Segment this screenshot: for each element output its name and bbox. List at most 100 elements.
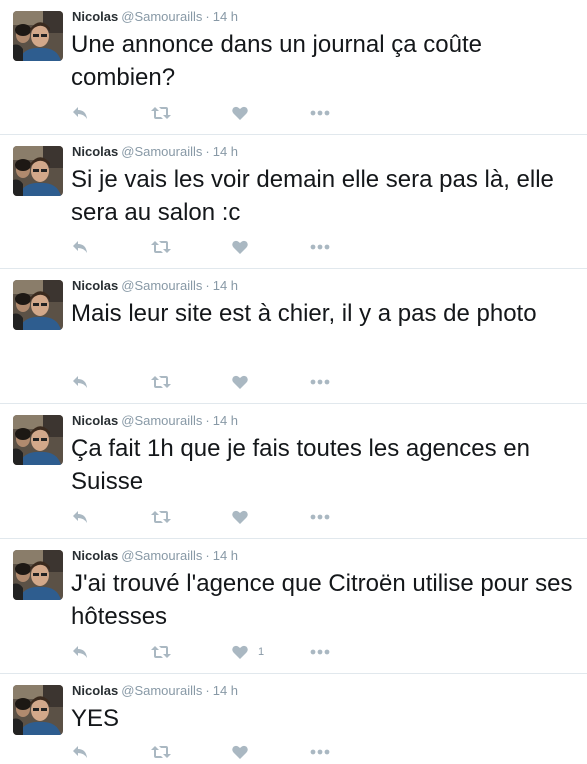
avatar[interactable]: [13, 146, 63, 196]
retweet-button[interactable]: [151, 103, 171, 123]
tweet-actions: 1: [72, 642, 372, 662]
timestamp[interactable]: 14 h: [213, 683, 238, 698]
tweet-header: Nicolas @Samouraills · 14 h: [72, 548, 238, 564]
more-icon: [310, 649, 330, 655]
author-handle[interactable]: @Samouraills: [121, 683, 202, 698]
more-icon: [310, 749, 330, 755]
more-icon: [310, 244, 330, 250]
tweet-text: Ça fait 1h que je fais toutes les agence…: [71, 435, 530, 495]
like-button[interactable]: [232, 237, 258, 257]
tweet[interactable]: Nicolas @Samouraills · 14 h Si je vais les …: [0, 135, 587, 269]
reply-button[interactable]: [72, 642, 88, 662]
reply-button[interactable]: [72, 507, 88, 527]
tweet-text: Si je vais les voir demain elle sera pas…: [71, 166, 554, 226]
more-button[interactable]: [310, 237, 330, 257]
like-button[interactable]: [232, 103, 258, 123]
timestamp[interactable]: 14 h: [213, 413, 238, 428]
author-name[interactable]: Nicolas: [72, 9, 118, 24]
retweet-icon: [151, 510, 171, 524]
tweet-actions: [72, 507, 372, 527]
tweet[interactable]: Nicolas @Samouraills · 14 h YES: [0, 674, 587, 764]
retweet-button[interactable]: [151, 642, 171, 662]
retweet-button[interactable]: [151, 742, 171, 762]
timestamp[interactable]: 14 h: [213, 9, 238, 24]
avatar[interactable]: [13, 415, 63, 465]
avatar[interactable]: [13, 685, 63, 735]
more-button[interactable]: [310, 372, 330, 392]
tweet-header: Nicolas @Samouraills · 14 h: [72, 683, 238, 699]
timestamp[interactable]: 14 h: [213, 144, 238, 159]
tweet-header: Nicolas @Samouraills · 14 h: [72, 9, 238, 25]
more-button[interactable]: [310, 103, 330, 123]
author-handle[interactable]: @Samouraills: [121, 413, 202, 428]
tweet-text: Une annonce dans un journal ça coûte com…: [71, 31, 482, 91]
heart-icon: [232, 745, 248, 760]
more-button[interactable]: [310, 507, 330, 527]
author-name[interactable]: Nicolas: [72, 548, 118, 563]
separator: ·: [205, 548, 210, 563]
reply-icon: [72, 510, 88, 524]
retweet-icon: [151, 240, 171, 254]
heart-icon: [232, 645, 248, 660]
timestamp[interactable]: 14 h: [213, 278, 238, 293]
more-icon: [310, 110, 330, 116]
more-button[interactable]: [310, 642, 330, 662]
timestamp[interactable]: 14 h: [213, 548, 238, 563]
author-handle[interactable]: @Samouraills: [121, 9, 202, 24]
avatar[interactable]: [13, 280, 63, 330]
author-name[interactable]: Nicolas: [72, 278, 118, 293]
author-handle[interactable]: @Samouraills: [121, 548, 202, 563]
reply-icon: [72, 240, 88, 254]
separator: ·: [205, 278, 210, 293]
tweet-actions: [72, 103, 372, 123]
tweet-actions: [72, 237, 372, 257]
reply-icon: [72, 645, 88, 659]
avatar[interactable]: [13, 550, 63, 600]
author-handle[interactable]: @Samouraills: [121, 144, 202, 159]
tweet[interactable]: Nicolas @Samouraills · 14 h Ça fait 1h que …: [0, 404, 587, 539]
more-icon: [310, 514, 330, 520]
more-button[interactable]: [310, 742, 330, 762]
tweet[interactable]: Nicolas @Samouraills · 14 h Une annonce dan…: [0, 0, 587, 135]
heart-icon: [232, 106, 248, 121]
author-handle[interactable]: @Samouraills: [121, 278, 202, 293]
reply-icon: [72, 106, 88, 120]
author-name[interactable]: Nicolas: [72, 144, 118, 159]
retweet-button[interactable]: [151, 507, 171, 527]
reply-button[interactable]: [72, 372, 88, 392]
reply-icon: [72, 745, 88, 759]
retweet-icon: [151, 375, 171, 389]
retweet-icon: [151, 645, 171, 659]
reply-button[interactable]: [72, 103, 88, 123]
tweet-text: Mais leur site est à chier, il y a pas d…: [71, 300, 537, 327]
tweet-actions: [72, 742, 372, 762]
tweet-actions: [72, 372, 372, 392]
like-button[interactable]: [232, 507, 258, 527]
separator: ·: [205, 413, 210, 428]
tweet-header: Nicolas @Samouraills · 14 h: [72, 144, 238, 160]
avatar[interactable]: [13, 11, 63, 61]
tweet-text: J'ai trouvé l'agence que Citroën utilise…: [71, 570, 573, 630]
retweet-button[interactable]: [151, 237, 171, 257]
tweet-timeline: Nicolas @Samouraills · 14 h Une annonce dan…: [0, 0, 587, 764]
like-button[interactable]: 1: [232, 642, 264, 662]
reply-icon: [72, 375, 88, 389]
heart-icon: [232, 375, 248, 390]
tweet[interactable]: Nicolas @Samouraills · 14 h Mais leur site …: [0, 269, 587, 404]
retweet-button[interactable]: [151, 372, 171, 392]
tweet-text: YES: [71, 705, 120, 732]
separator: ·: [205, 144, 210, 159]
tweet[interactable]: Nicolas @Samouraills · 14 h J'ai trouvé l'a…: [0, 539, 587, 674]
author-name[interactable]: Nicolas: [72, 413, 118, 428]
retweet-icon: [151, 106, 171, 120]
reply-button[interactable]: [72, 237, 88, 257]
separator: ·: [205, 683, 210, 698]
separator: ·: [205, 9, 210, 24]
more-icon: [310, 379, 330, 385]
author-name[interactable]: Nicolas: [72, 683, 118, 698]
like-count: 1: [258, 646, 265, 658]
heart-icon: [232, 240, 248, 255]
reply-button[interactable]: [72, 742, 88, 762]
like-button[interactable]: [232, 742, 258, 762]
like-button[interactable]: [232, 372, 258, 392]
